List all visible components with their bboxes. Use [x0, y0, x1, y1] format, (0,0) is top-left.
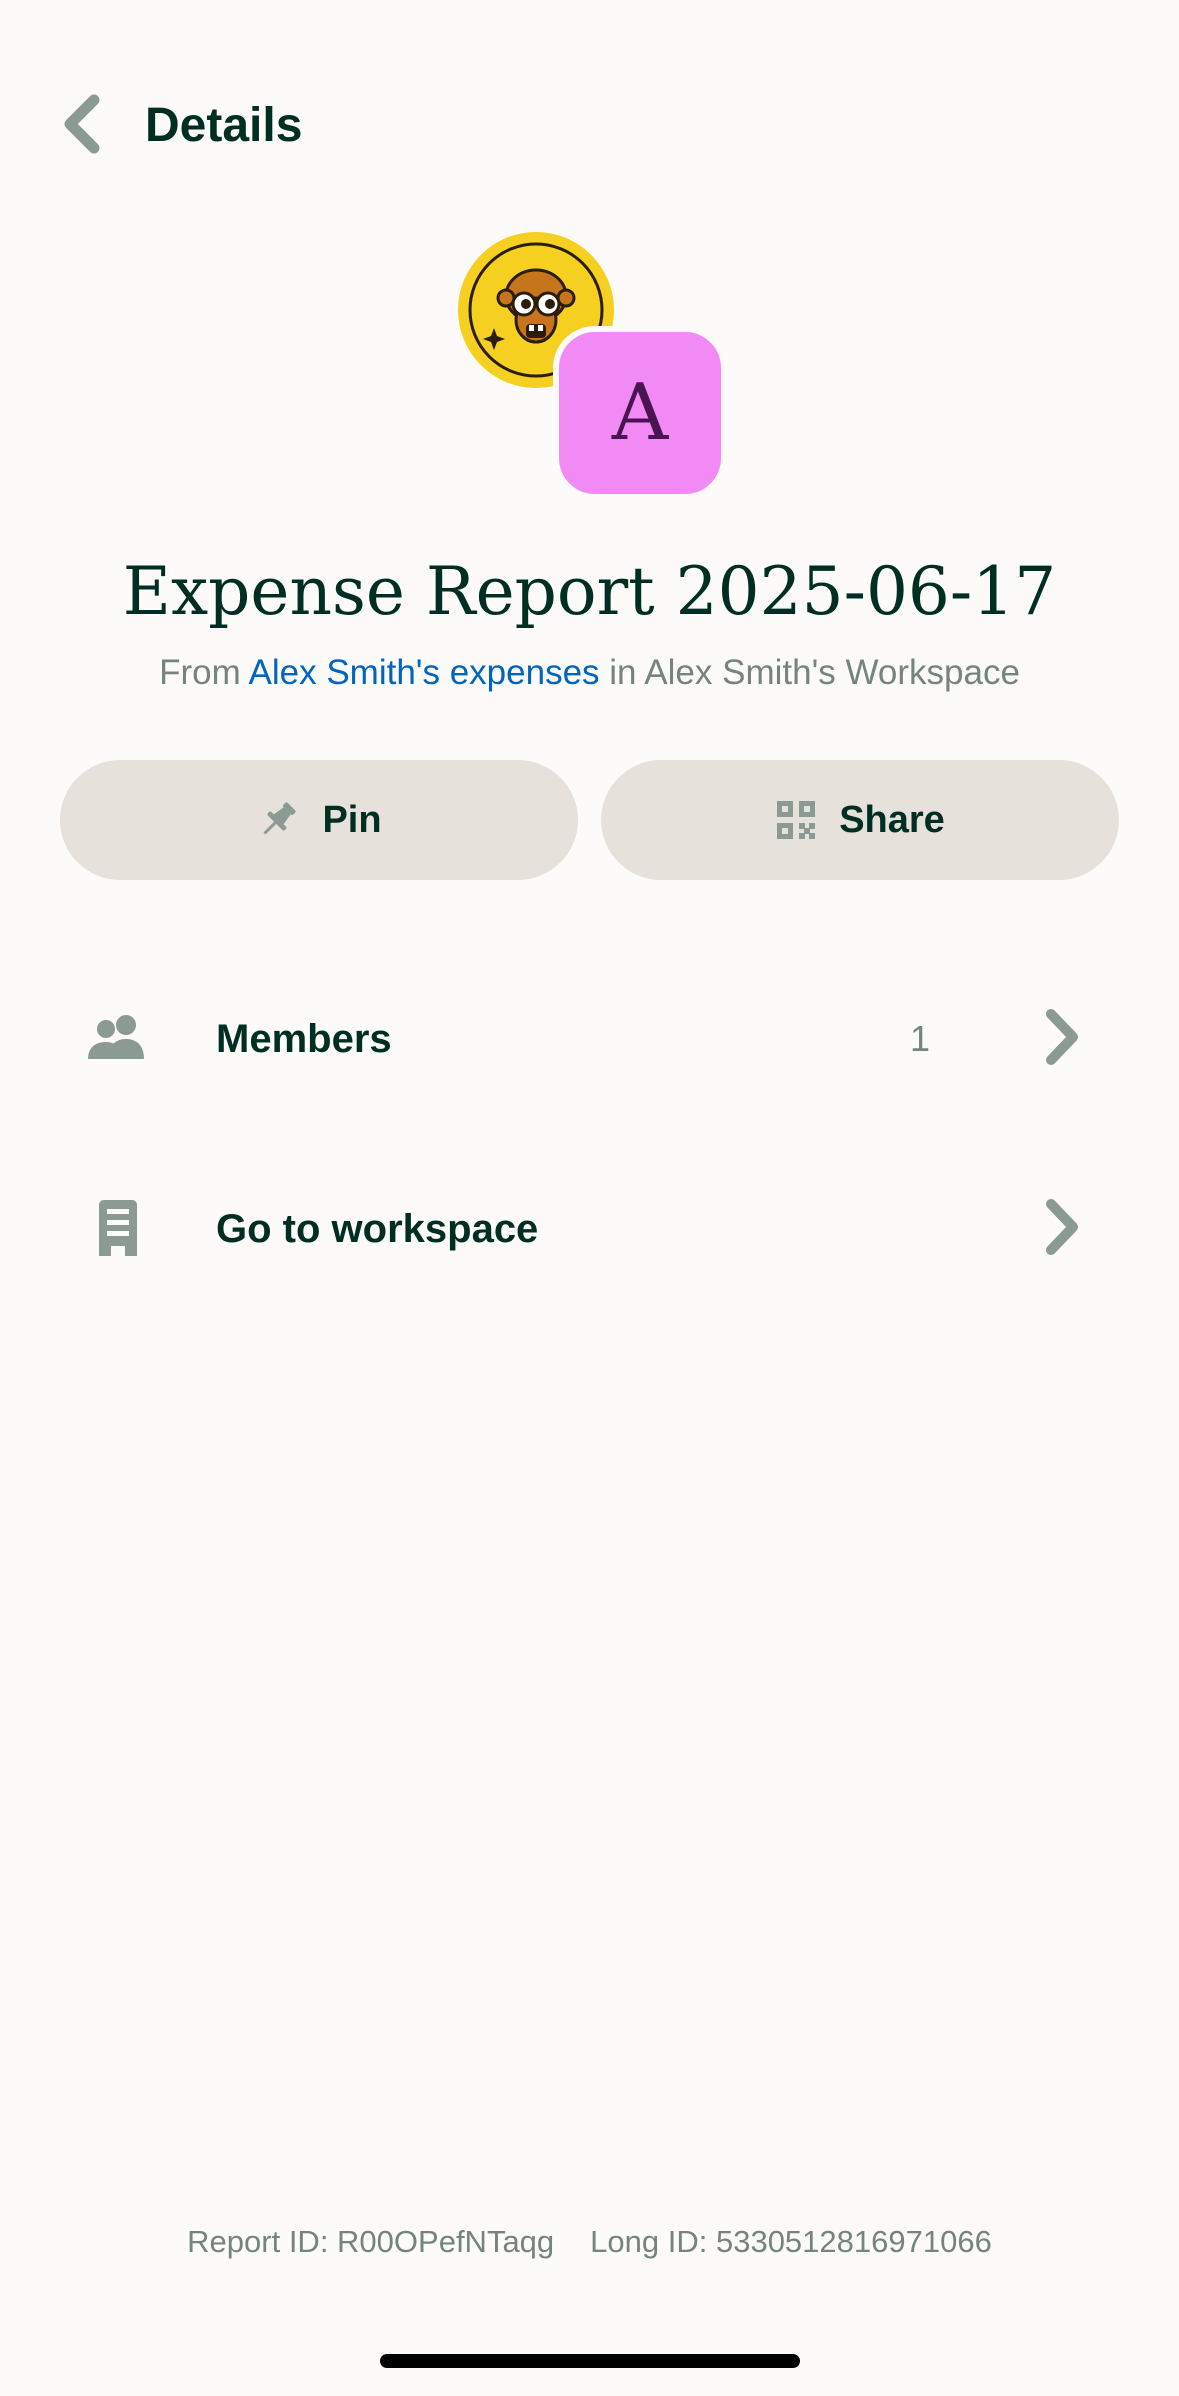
header: Details — [0, 80, 1179, 170]
share-label: Share — [839, 798, 945, 841]
long-id[interactable]: Long ID: 5330512816971066 — [590, 2224, 992, 2259]
report-details-screen: Details A Expense Report 2025-06-17 From… — [0, 0, 1179, 2396]
report-id[interactable]: Report ID: R00OPefNTaqg — [187, 2224, 554, 2259]
pin-label: Pin — [322, 798, 382, 841]
user-avatar: A — [553, 326, 727, 500]
menu-item-members[interactable]: Members 1 — [0, 978, 1179, 1098]
avatar-initial: A — [611, 368, 669, 458]
chevron-left-icon — [64, 94, 100, 154]
users-icon — [86, 1006, 150, 1070]
home-indicator[interactable] — [380, 2354, 800, 2368]
menu-item-workspace[interactable]: Go to workspace — [0, 1168, 1179, 1288]
members-count: 1 — [909, 1018, 931, 1059]
report-ids: Report ID: R00OPefNTaqg Long ID: 53305128… — [0, 2222, 1179, 2262]
chevron-right-icon — [1032, 1198, 1090, 1256]
qr-code-icon — [777, 801, 816, 839]
share-button[interactable]: Share — [601, 760, 1119, 880]
subtitle-prefix: From — [159, 653, 249, 692]
members-label: Members — [216, 1017, 392, 1061]
chevron-right-icon — [1032, 1008, 1090, 1066]
subtitle-suffix: in Alex Smith's Workspace — [599, 653, 1020, 692]
page-title: Details — [145, 99, 303, 152]
action-buttons: Pin Share — [60, 760, 1119, 880]
pin-button[interactable]: Pin — [60, 760, 578, 880]
building-icon — [86, 1196, 150, 1260]
report-subtitle: From Alex Smith's expenses in Alex Smith… — [0, 650, 1179, 696]
pin-icon — [263, 802, 296, 835]
expenses-link[interactable]: Alex Smith's expenses — [249, 653, 600, 692]
back-button[interactable] — [50, 92, 114, 156]
workspace-label: Go to workspace — [216, 1207, 539, 1251]
report-title: Expense Report 2025-06-17 — [122, 553, 1057, 630]
